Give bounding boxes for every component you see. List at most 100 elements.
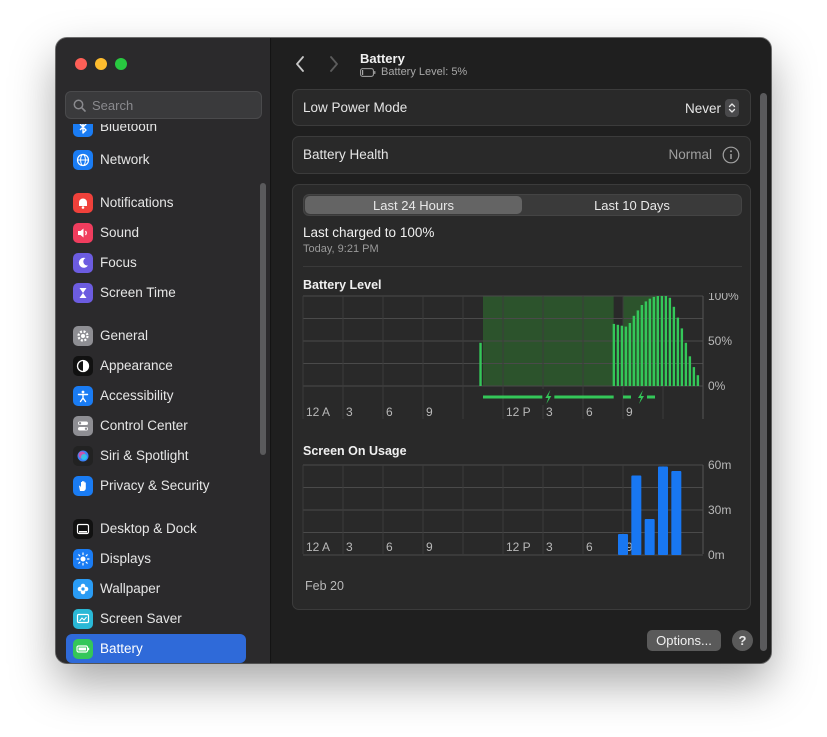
battery-bar <box>656 296 660 386</box>
zoom-button[interactable] <box>115 58 127 70</box>
hourglass-icon <box>73 282 93 303</box>
minimize-button[interactable] <box>95 58 107 70</box>
battery-bar <box>636 310 640 386</box>
sidebar-item-privacy-security[interactable]: Privacy & Security <box>66 471 246 500</box>
battery-health-label: Battery Health <box>303 147 389 162</box>
battery-health-value: Normal <box>668 147 712 162</box>
sidebar-item-notifications[interactable]: Notifications <box>66 188 246 217</box>
tab-last-10-days[interactable]: Last 10 Days <box>523 196 741 214</box>
x-tick-label: 3 <box>546 405 553 419</box>
battery-health-row: Battery Health Normal <box>292 136 751 174</box>
low-power-value: Never <box>684 100 721 116</box>
gear-icon <box>73 325 93 346</box>
battery-bar <box>684 342 688 386</box>
sidebar-item-general[interactable]: General <box>66 321 246 350</box>
battery-bar <box>668 297 672 386</box>
speaker-icon <box>73 222 93 243</box>
sidebar-item-focus[interactable]: Focus <box>66 248 246 277</box>
x-tick-label: 6 <box>586 405 593 419</box>
sidebar-item-appearance[interactable]: Appearance <box>66 351 246 380</box>
x-tick-label: 3 <box>346 405 353 419</box>
sidebar-item-label: Screen Time <box>100 285 176 300</box>
x-tick-label: 12 A <box>306 405 330 419</box>
chevron-right-icon <box>330 56 338 72</box>
sidebar-item-network[interactable]: Network <box>66 145 246 174</box>
forward-button[interactable] <box>324 54 344 74</box>
x-tick-label: 3 <box>346 540 353 554</box>
x-tick-label: 6 <box>386 540 393 554</box>
sidebar-item-label: Desktop & Dock <box>100 521 197 536</box>
sidebar-item-battery[interactable]: Battery <box>66 634 246 663</box>
options-button[interactable]: Options... <box>647 630 721 651</box>
sidebar-item-screen-saver[interactable]: Screen Saver <box>66 604 246 633</box>
sidebar: Search Bluetooth Network Notifications Soun… <box>56 38 271 663</box>
main-scrollbar[interactable] <box>760 93 767 651</box>
sidebar-item-label: Displays <box>100 551 152 566</box>
y-tick-label: 0m <box>708 548 725 562</box>
battery-bar <box>616 324 620 386</box>
usage-bar <box>644 519 655 555</box>
window-controls <box>75 58 127 70</box>
sidebar-item-control-center[interactable]: Control Center <box>66 411 246 440</box>
appearance-icon <box>73 355 93 376</box>
sidebar-item-label: Appearance <box>100 358 173 373</box>
chevron-left-icon <box>296 56 304 72</box>
x-tick-label: 3 <box>546 540 553 554</box>
sidebar-item-bluetooth[interactable]: Bluetooth <box>66 124 246 141</box>
time-range-control: Last 24 Hours Last 10 Days <box>303 194 742 216</box>
battery-bar <box>632 315 636 386</box>
battery-bar <box>620 325 624 386</box>
search-icon <box>73 99 86 112</box>
battery-bar <box>628 323 632 386</box>
bell-icon <box>73 192 93 213</box>
sidebar-scrollbar[interactable] <box>260 183 266 455</box>
accessibility-icon <box>73 385 93 406</box>
sidebar-item-desktop-dock[interactable]: Desktop & Dock <box>66 514 246 543</box>
screensaver-icon <box>73 608 93 629</box>
usage-bar <box>658 466 668 555</box>
usage-card: Last 24 Hours Last 10 Days Last charged … <box>292 184 751 610</box>
battery-bar <box>648 298 652 386</box>
info-icon[interactable] <box>722 146 740 169</box>
x-tick-label: 9 <box>626 405 633 419</box>
x-tick-label: 12 P <box>506 405 531 419</box>
y-tick-label: 100% <box>708 293 739 303</box>
settings-window: Search Bluetooth Network Notifications Soun… <box>56 38 771 663</box>
low-power-popup[interactable]: Never <box>685 99 739 117</box>
tab-last-24-hours[interactable]: Last 24 Hours <box>305 196 522 214</box>
sidebar-item-label: Focus <box>100 255 137 270</box>
last-charged-title: Last charged to 100% <box>303 225 435 240</box>
sidebar-item-label: Wallpaper <box>100 581 161 596</box>
usage-bar <box>671 471 682 555</box>
y-tick-label: 60m <box>708 459 731 472</box>
battery-bar <box>660 296 664 386</box>
page-title: Battery <box>360 51 405 66</box>
sidebar-item-label: Bluetooth <box>100 124 158 134</box>
main-pane: Battery Battery Level: 5% Low Power Mode… <box>272 38 771 663</box>
low-power-row: Low Power Mode Never <box>292 89 751 126</box>
sidebar-item-label: General <box>100 328 149 343</box>
moon-icon <box>73 252 93 273</box>
sidebar-item-displays[interactable]: Displays <box>66 544 246 573</box>
search-field[interactable]: Search <box>65 91 262 119</box>
close-button[interactable] <box>75 58 87 70</box>
sidebar-item-siri-spotlight[interactable]: Siri & Spotlight <box>66 441 246 470</box>
flower-icon <box>73 578 93 599</box>
hand-icon <box>73 475 93 496</box>
help-button[interactable]: ? <box>732 630 753 651</box>
sidebar-item-accessibility[interactable]: Accessibility <box>66 381 246 410</box>
battery-bar <box>652 296 656 386</box>
battery-bar <box>676 317 680 386</box>
sidebar-item-label: Battery <box>100 641 143 656</box>
toggles-icon <box>73 415 93 436</box>
sidebar-item-wallpaper[interactable]: Wallpaper <box>66 574 246 603</box>
low-power-label: Low Power Mode <box>303 100 408 115</box>
battery-level-icon <box>360 67 376 77</box>
back-button[interactable] <box>290 54 310 74</box>
battery-bar <box>612 323 616 386</box>
battery-bar <box>644 301 648 386</box>
sidebar-item-screen-time[interactable]: Screen Time <box>66 278 246 307</box>
battery-bar <box>696 375 700 386</box>
sidebar-item-sound[interactable]: Sound <box>66 218 246 247</box>
battery-bar <box>672 306 676 386</box>
